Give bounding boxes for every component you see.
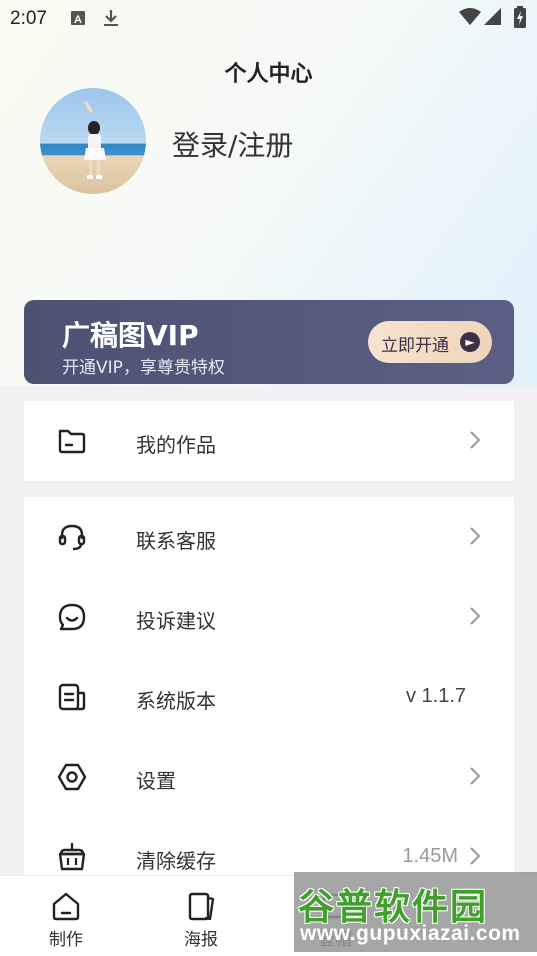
chevron-right-icon	[470, 847, 481, 865]
settings-icon	[57, 763, 87, 791]
page-title: 个人中心	[224, 62, 313, 87]
chat-bubble-icon	[58, 603, 86, 631]
status-bar: 2:07 A	[0, 0, 537, 36]
svg-text:A: A	[74, 14, 82, 26]
status-time: 2:07	[10, 8, 47, 29]
nav-tab-label: 制作	[49, 930, 83, 950]
vip-open-button-label: 立即开通	[381, 336, 449, 356]
menu-item-my-works[interactable]: 我的作品	[24, 401, 514, 481]
avatar-photo	[84, 101, 106, 179]
menu-item-customer-service[interactable]: 联系客服	[24, 497, 514, 577]
menu-item-label: 清除缓存	[136, 849, 216, 873]
version-icon	[58, 683, 86, 711]
menu-item-system-version[interactable]: 系统版本 v 1.1.7	[24, 657, 514, 737]
a-notification-icon: A	[71, 11, 85, 26]
arrow-right-icon: ►	[460, 332, 480, 352]
avatar[interactable]	[40, 88, 146, 194]
headset-icon	[58, 524, 86, 551]
menu-item-feedback[interactable]: 投诉建议	[24, 577, 514, 657]
menu-item-label: 我的作品	[136, 433, 216, 457]
menu-item-label: 投诉建议	[136, 609, 216, 633]
poster-icon	[188, 892, 215, 921]
menu-item-label: 设置	[136, 769, 176, 793]
watermark-overlay: 谷普软件园 www.gupuxiazai.com	[294, 872, 537, 952]
cache-size-value: 1.45M	[402, 845, 458, 867]
nav-tab-poster[interactable]: 海报	[161, 876, 241, 956]
signal-icon	[484, 8, 501, 25]
vip-banner[interactable]: 广稿图VIP 开通VIP，享尊贵特权 立即开通 ►	[24, 300, 514, 384]
menu-card-settings: 联系客服 投诉建议 系统版本 v 1.1.7 设置 清除缓存 1.45M	[24, 497, 514, 875]
folder-icon	[58, 429, 86, 454]
login-register-link[interactable]: 登录/注册	[172, 124, 293, 164]
wifi-icon	[459, 8, 481, 25]
chevron-right-icon	[470, 767, 481, 785]
basket-icon	[58, 842, 86, 871]
battery-icon	[514, 6, 526, 28]
menu-item-settings[interactable]: 设置	[24, 737, 514, 817]
chevron-right-icon	[470, 527, 481, 545]
download-icon	[104, 10, 118, 26]
home-icon	[52, 892, 80, 921]
vip-subtitle: 开通VIP，享尊贵特权	[62, 358, 225, 378]
vip-title: 广稿图VIP	[62, 319, 199, 352]
menu-card-works: 我的作品	[24, 401, 514, 481]
menu-item-label: 系统版本	[136, 689, 216, 713]
watermark-url: www.gupuxiazai.com	[300, 922, 521, 945]
chevron-right-icon	[470, 607, 481, 625]
vip-open-button[interactable]: 立即开通 ►	[368, 321, 492, 363]
version-value: v 1.1.7	[405, 685, 466, 707]
menu-item-label: 联系客服	[136, 529, 216, 553]
chevron-right-icon	[470, 431, 481, 449]
nav-tab-label: 海报	[184, 930, 218, 950]
nav-tab-make[interactable]: 制作	[26, 876, 106, 956]
